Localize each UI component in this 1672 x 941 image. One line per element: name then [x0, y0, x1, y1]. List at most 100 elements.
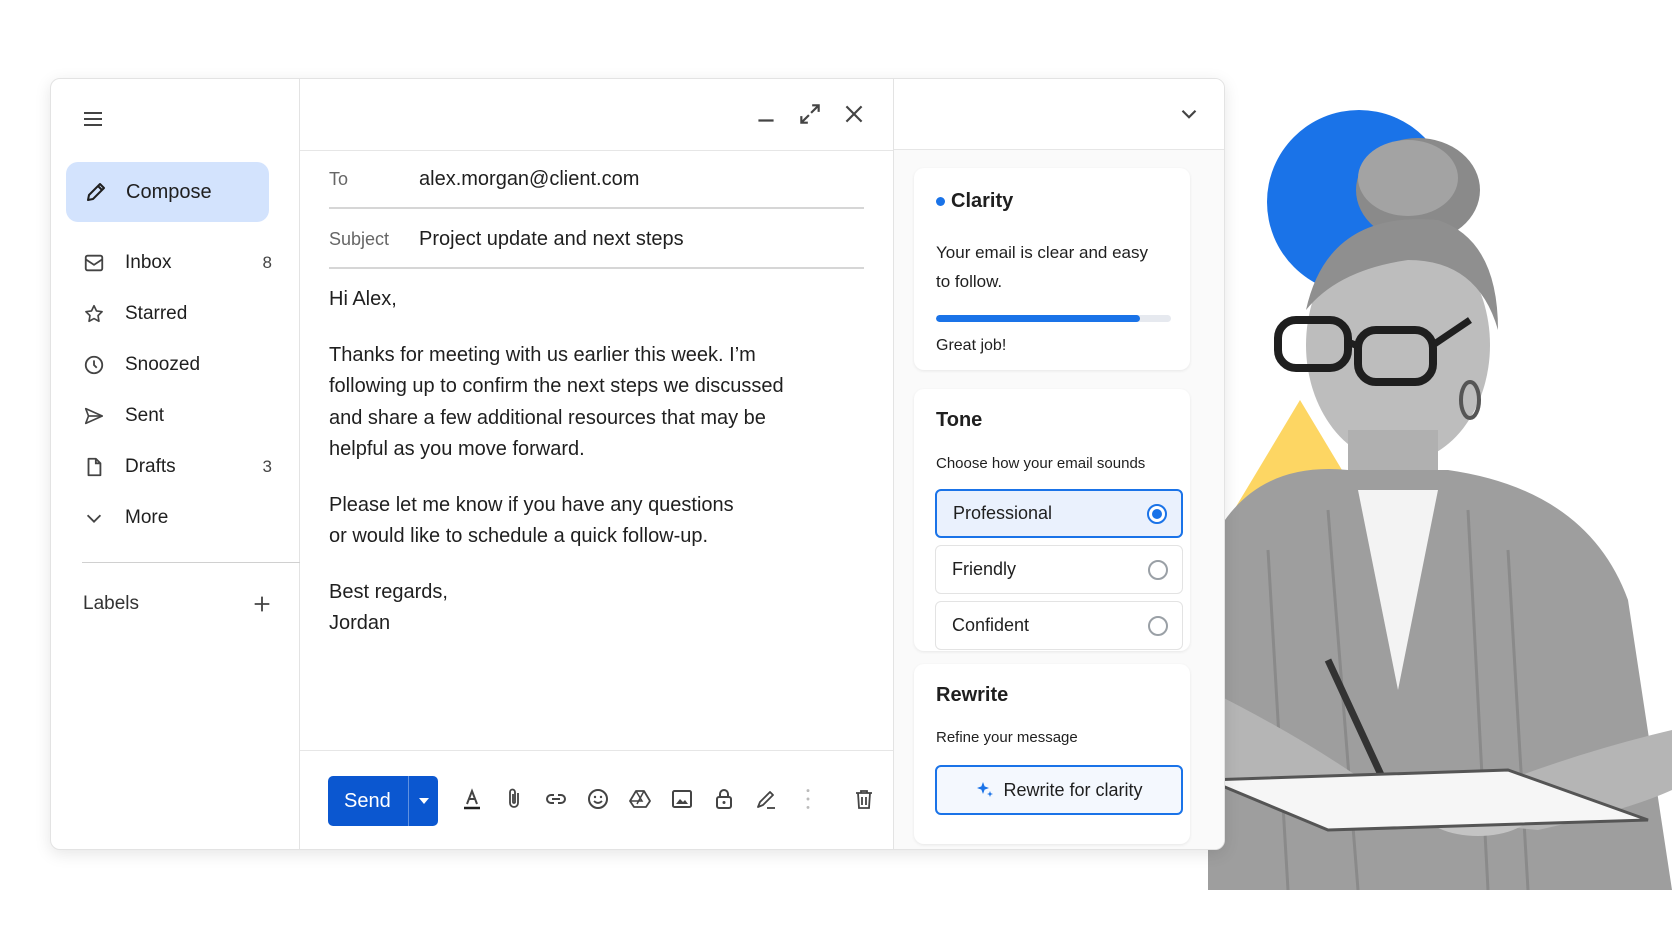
radio-button[interactable]	[1147, 503, 1167, 524]
tone-option-professional[interactable]: Professional	[935, 489, 1183, 538]
sidebar-item-label: Snoozed	[125, 353, 201, 375]
body-line: Please let me know if you have any quest…	[329, 493, 734, 516]
compose-toolbar	[460, 787, 876, 811]
chevron-down-icon[interactable]	[1176, 101, 1202, 127]
status-dot	[936, 197, 945, 206]
lock-icon[interactable]	[712, 787, 736, 811]
compose-window: To alex.morgan@client.com Subject Projec…	[300, 79, 894, 849]
tone-option-friendly[interactable]: Friendly	[935, 545, 1183, 594]
sidebar-item-more[interactable]: More	[51, 492, 300, 543]
sidebar: Compose Inbox 8 Starred Snoozed Sent Dra…	[51, 79, 300, 849]
body-greeting: Hi Alex,	[329, 288, 397, 310]
page: Compose Inbox 8 Starred Snoozed Sent Dra…	[0, 0, 1672, 941]
menu-icon[interactable]	[81, 107, 105, 131]
caret-down-icon	[418, 798, 429, 804]
person-illustration	[1208, 138, 1672, 890]
send-icon	[84, 407, 104, 424]
clarity-line: Your email is clear and easy	[936, 243, 1148, 262]
message-body[interactable]: Hi Alex, Thanks for meeting with us earl…	[329, 284, 869, 664]
clarity-progress-bar	[936, 315, 1171, 322]
minimize-icon[interactable]	[753, 101, 779, 127]
rewrite-card: Rewrite Refine your message Rewrite for …	[914, 664, 1190, 844]
clarity-title: Clarity	[936, 190, 1013, 213]
sidebar-item-starred[interactable]: Starred	[51, 288, 300, 339]
assistant-panel: Clarity Your email is clear and easy to …	[894, 79, 1224, 849]
compose-label: Compose	[126, 180, 212, 203]
draft-icon	[87, 457, 102, 476]
clarity-title-text: Clarity	[951, 190, 1014, 212]
sidebar-item-label: Starred	[125, 302, 188, 324]
to-label: To	[329, 168, 349, 189]
divider	[300, 750, 893, 751]
drive-icon[interactable]	[628, 787, 652, 811]
clarity-description: Your email is clear and easy to follow.	[936, 238, 1166, 296]
radio-button[interactable]	[1148, 615, 1168, 636]
subject-field[interactable]: Subject Project update and next steps	[329, 211, 864, 269]
window-controls	[753, 101, 867, 127]
send-button[interactable]: Send	[328, 790, 408, 813]
clarity-line: to follow.	[936, 272, 1003, 291]
inbox-icon	[84, 254, 104, 271]
body-line: helpful as you move forward.	[329, 438, 585, 460]
body-line: and share a few additional resources tha…	[329, 406, 766, 429]
to-value[interactable]: alex.morgan@client.com	[419, 168, 639, 191]
pencil-icon	[87, 183, 105, 201]
rewrite-button-label: Rewrite for clarity	[1003, 779, 1143, 800]
tone-option-label: Confident	[952, 615, 1030, 635]
body-signature-name: Jordan	[329, 612, 391, 634]
clock-icon	[84, 355, 104, 374]
tone-title: Tone	[936, 409, 983, 431]
attach-icon[interactable]	[502, 787, 526, 811]
image-icon[interactable]	[670, 787, 694, 811]
mail-window: Compose Inbox 8 Starred Snoozed Sent Dra…	[50, 78, 1225, 850]
close-icon[interactable]	[841, 101, 867, 127]
body-line: following up to confirm the next steps w…	[329, 375, 784, 397]
clarity-footer: Great job!	[936, 337, 1007, 354]
unread-count: 8	[262, 252, 272, 272]
sidebar-item-sent[interactable]: Sent	[51, 390, 300, 441]
more-vert-icon[interactable]	[796, 787, 820, 811]
body-signoff: Best regards,	[329, 580, 448, 603]
sparkle-icon	[977, 782, 994, 797]
rewrite-title: Rewrite	[936, 684, 1009, 706]
emoji-icon[interactable]	[586, 787, 610, 811]
star-icon	[85, 304, 103, 322]
divider	[82, 562, 300, 563]
clarity-progress-fill	[936, 315, 1141, 322]
sidebar-item-label: Drafts	[125, 455, 176, 477]
signature-icon[interactable]	[754, 787, 778, 811]
tone-option-label: Professional	[953, 503, 1053, 523]
body-line: or would like to schedule a quick follow…	[329, 525, 709, 547]
rewrite-subtitle: Refine your message	[936, 729, 1078, 746]
send-options-button[interactable]	[409, 794, 438, 808]
sidebar-item-inbox[interactable]: Inbox 8	[51, 237, 300, 288]
labels-heading: Labels	[83, 593, 139, 614]
to-field[interactable]: To alex.morgan@client.com	[329, 151, 864, 209]
sidebar-item-label: Inbox	[125, 251, 172, 273]
tone-card: Tone Choose how your email sounds Profes…	[914, 389, 1190, 651]
tone-option-confident[interactable]: Confident	[935, 601, 1183, 650]
sidebar-item-drafts[interactable]: Drafts 3	[51, 441, 300, 492]
trash-icon[interactable]	[852, 787, 876, 811]
subject-label: Subject	[329, 228, 390, 249]
text-format-icon[interactable]	[460, 787, 484, 811]
radio-button[interactable]	[1148, 559, 1168, 580]
sidebar-item-label: Sent	[125, 404, 165, 426]
sidebar-item-label: More	[125, 506, 169, 528]
chevron-down-icon	[86, 514, 102, 523]
plus-icon[interactable]	[251, 593, 273, 615]
sidebar-item-snoozed[interactable]: Snoozed	[51, 339, 300, 390]
subject-value[interactable]: Project update and next steps	[419, 228, 684, 251]
nav-list: Inbox 8 Starred Snoozed Sent Drafts 3 Mo…	[51, 237, 300, 543]
clarity-card: Clarity Your email is clear and easy to …	[914, 168, 1190, 370]
compose-button[interactable]: Compose	[66, 162, 269, 222]
link-icon[interactable]	[544, 787, 568, 811]
expand-icon[interactable]	[797, 101, 823, 127]
body-line: Thanks for meeting with us earlier this …	[329, 343, 756, 366]
tone-subtitle: Choose how your email sounds	[936, 455, 1146, 472]
panel-header	[894, 79, 1224, 150]
send-button-group: Send	[328, 776, 438, 826]
labels-section: Labels	[83, 593, 273, 615]
rewrite-for-clarity-button[interactable]: Rewrite for clarity	[935, 765, 1183, 815]
tone-option-label: Friendly	[952, 559, 1017, 579]
